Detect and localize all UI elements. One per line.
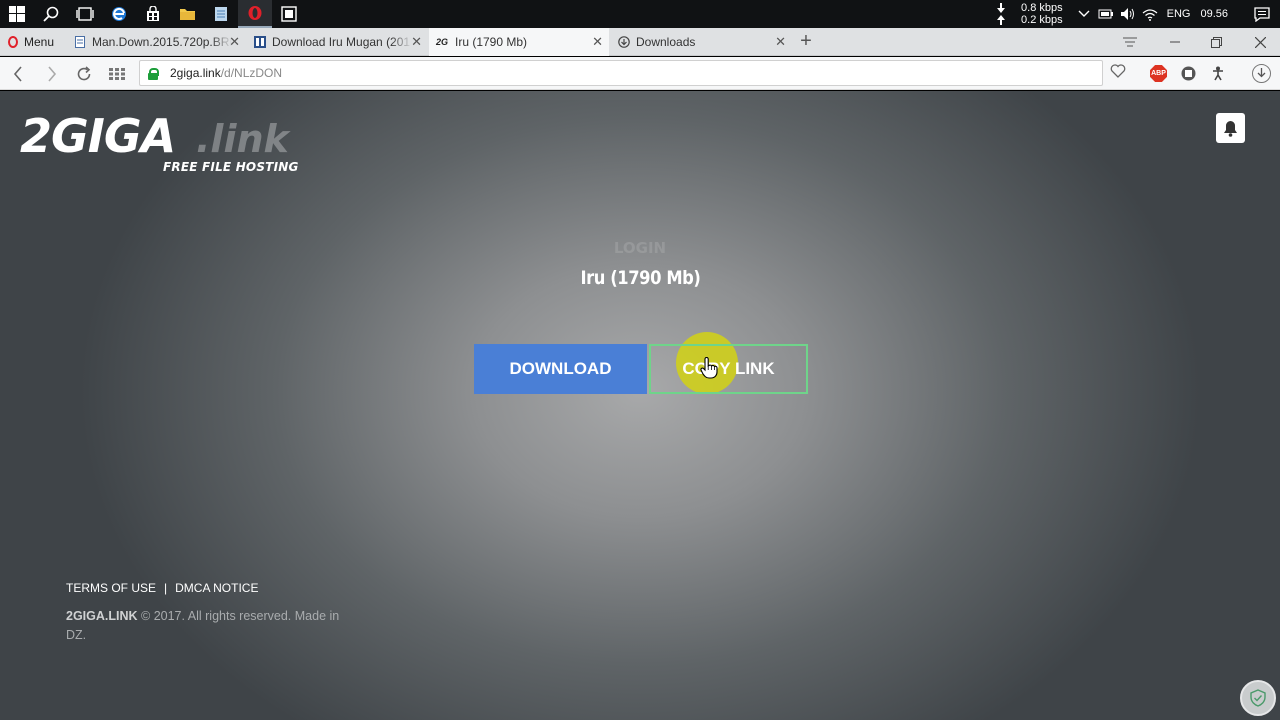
extension-person-icon[interactable]: [1209, 65, 1226, 82]
faded-heading: LOGIN: [613, 239, 667, 257]
tab-title: Downloads: [636, 35, 696, 49]
logo-main-text: 2GIGA: [20, 109, 176, 163]
opera-menu-button[interactable]: Menu: [0, 28, 62, 56]
extension-stop-icon[interactable]: [1180, 65, 1197, 82]
downloads-icon: [618, 36, 630, 48]
new-tab-button[interactable]: +: [796, 31, 816, 52]
reload-button[interactable]: [72, 62, 96, 86]
logo-tagline: FREE FILE HOSTING: [163, 160, 299, 174]
copyright-notice: 2GIGA.LINK © 2017. All rights reserved. …: [66, 607, 356, 645]
tab-downloads[interactable]: Downloads ✕: [612, 28, 792, 56]
tab-download-iru-mugan[interactable]: Download Iru Mugan (201 ✕: [248, 28, 428, 56]
windows-start-icon[interactable]: [0, 0, 34, 28]
address-bar[interactable]: 2giga.link /d/NLzDON: [139, 60, 1103, 86]
copyright-brand: 2GIGA.LINK: [66, 609, 138, 623]
url-path: /d/NLzDON: [220, 66, 283, 80]
task-view-icon[interactable]: [68, 0, 102, 28]
page-content: 2GIGA .link FREE FILE HOSTING LOGIN Iru …: [0, 91, 1280, 720]
footer-separator: |: [164, 581, 168, 595]
copy-link-button[interactable]: COPY LINK: [649, 344, 808, 394]
logo-suffix-text: .link: [196, 117, 289, 161]
terms-of-use-link[interactable]: TERMS OF USE: [66, 581, 156, 595]
store-icon[interactable]: [136, 0, 170, 28]
tab-menu-icon[interactable]: [1115, 28, 1145, 56]
net-down-speed: 0.8 kbps: [1021, 2, 1063, 14]
notepad-icon[interactable]: [204, 0, 238, 28]
volume-icon[interactable]: [1117, 7, 1139, 21]
minimize-button[interactable]: [1160, 28, 1190, 56]
footer-links: TERMS OF USE | DMCA NOTICE: [66, 581, 258, 595]
download-button[interactable]: DOWNLOAD: [474, 344, 647, 394]
system-tray: 0.8 kbps 0.2 kbps ENG 09.56: [995, 0, 1280, 28]
edge-icon[interactable]: [102, 0, 136, 28]
forward-button[interactable]: [40, 62, 64, 86]
opera-icon[interactable]: [238, 0, 272, 28]
navigation-bar: 2giga.link /d/NLzDON ABP: [0, 57, 1280, 90]
hand-cursor-icon: [700, 356, 718, 384]
app-window-icon[interactable]: [272, 0, 306, 28]
network-speed: 0.8 kbps 0.2 kbps: [995, 2, 1063, 26]
browser-tab-strip: Menu Man.Down.2015.720p.BRRi ✕ Download …: [0, 28, 1280, 56]
opera-logo-icon: [8, 36, 18, 48]
tab-title: Download Iru Mugan (201: [272, 35, 411, 49]
site-favicon-icon: [254, 36, 266, 48]
tab-iru-active[interactable]: 2G Iru (1790 Mb) ✕: [429, 28, 609, 56]
back-button[interactable]: [6, 62, 30, 86]
close-tab-icon[interactable]: ✕: [229, 35, 240, 48]
close-window-button[interactable]: [1245, 28, 1275, 56]
notifications-icon[interactable]: [1244, 6, 1280, 22]
notification-bell-icon[interactable]: [1216, 113, 1245, 143]
adblock-plus-icon[interactable]: ABP: [1150, 65, 1167, 82]
secure-lock-icon: [148, 67, 159, 80]
clock[interactable]: 09.56: [1200, 8, 1228, 20]
download-manager-icon[interactable]: [1252, 64, 1271, 83]
battery-icon[interactable]: [1095, 9, 1117, 19]
restore-button[interactable]: [1201, 28, 1231, 56]
search-icon[interactable]: [34, 0, 68, 28]
speed-dial-grid-icon[interactable]: [105, 62, 129, 86]
windows-taskbar: 0.8 kbps 0.2 kbps ENG 09.56: [0, 0, 1280, 28]
wifi-icon[interactable]: [1139, 8, 1161, 21]
close-tab-icon[interactable]: ✕: [775, 35, 786, 48]
taskbar-apps: [0, 0, 306, 28]
close-tab-icon[interactable]: ✕: [592, 35, 603, 48]
tab-title: Man.Down.2015.720p.BRRi: [92, 35, 232, 49]
network-arrows-icon: [995, 3, 1007, 25]
document-icon: [74, 36, 86, 48]
chevron-up-icon[interactable]: [1073, 10, 1095, 18]
close-tab-icon[interactable]: ✕: [411, 35, 422, 48]
tab-man-down[interactable]: Man.Down.2015.720p.BRRi ✕: [68, 28, 246, 56]
menu-label: Menu: [24, 35, 55, 49]
file-title: Iru (1790 Mb): [580, 267, 701, 289]
bookmark-heart-icon[interactable]: [1110, 64, 1126, 82]
file-explorer-icon[interactable]: [170, 0, 204, 28]
net-up-speed: 0.2 kbps: [1021, 14, 1063, 26]
2giga-favicon-icon: 2G: [435, 37, 448, 47]
url-host: 2giga.link: [170, 66, 221, 80]
site-logo[interactable]: 2GIGA .link FREE FILE HOSTING: [20, 111, 300, 181]
security-shield-icon[interactable]: [1240, 680, 1276, 716]
language-indicator[interactable]: ENG: [1167, 8, 1191, 20]
tab-title: Iru (1790 Mb): [455, 35, 528, 49]
dmca-notice-link[interactable]: DMCA NOTICE: [175, 581, 258, 595]
